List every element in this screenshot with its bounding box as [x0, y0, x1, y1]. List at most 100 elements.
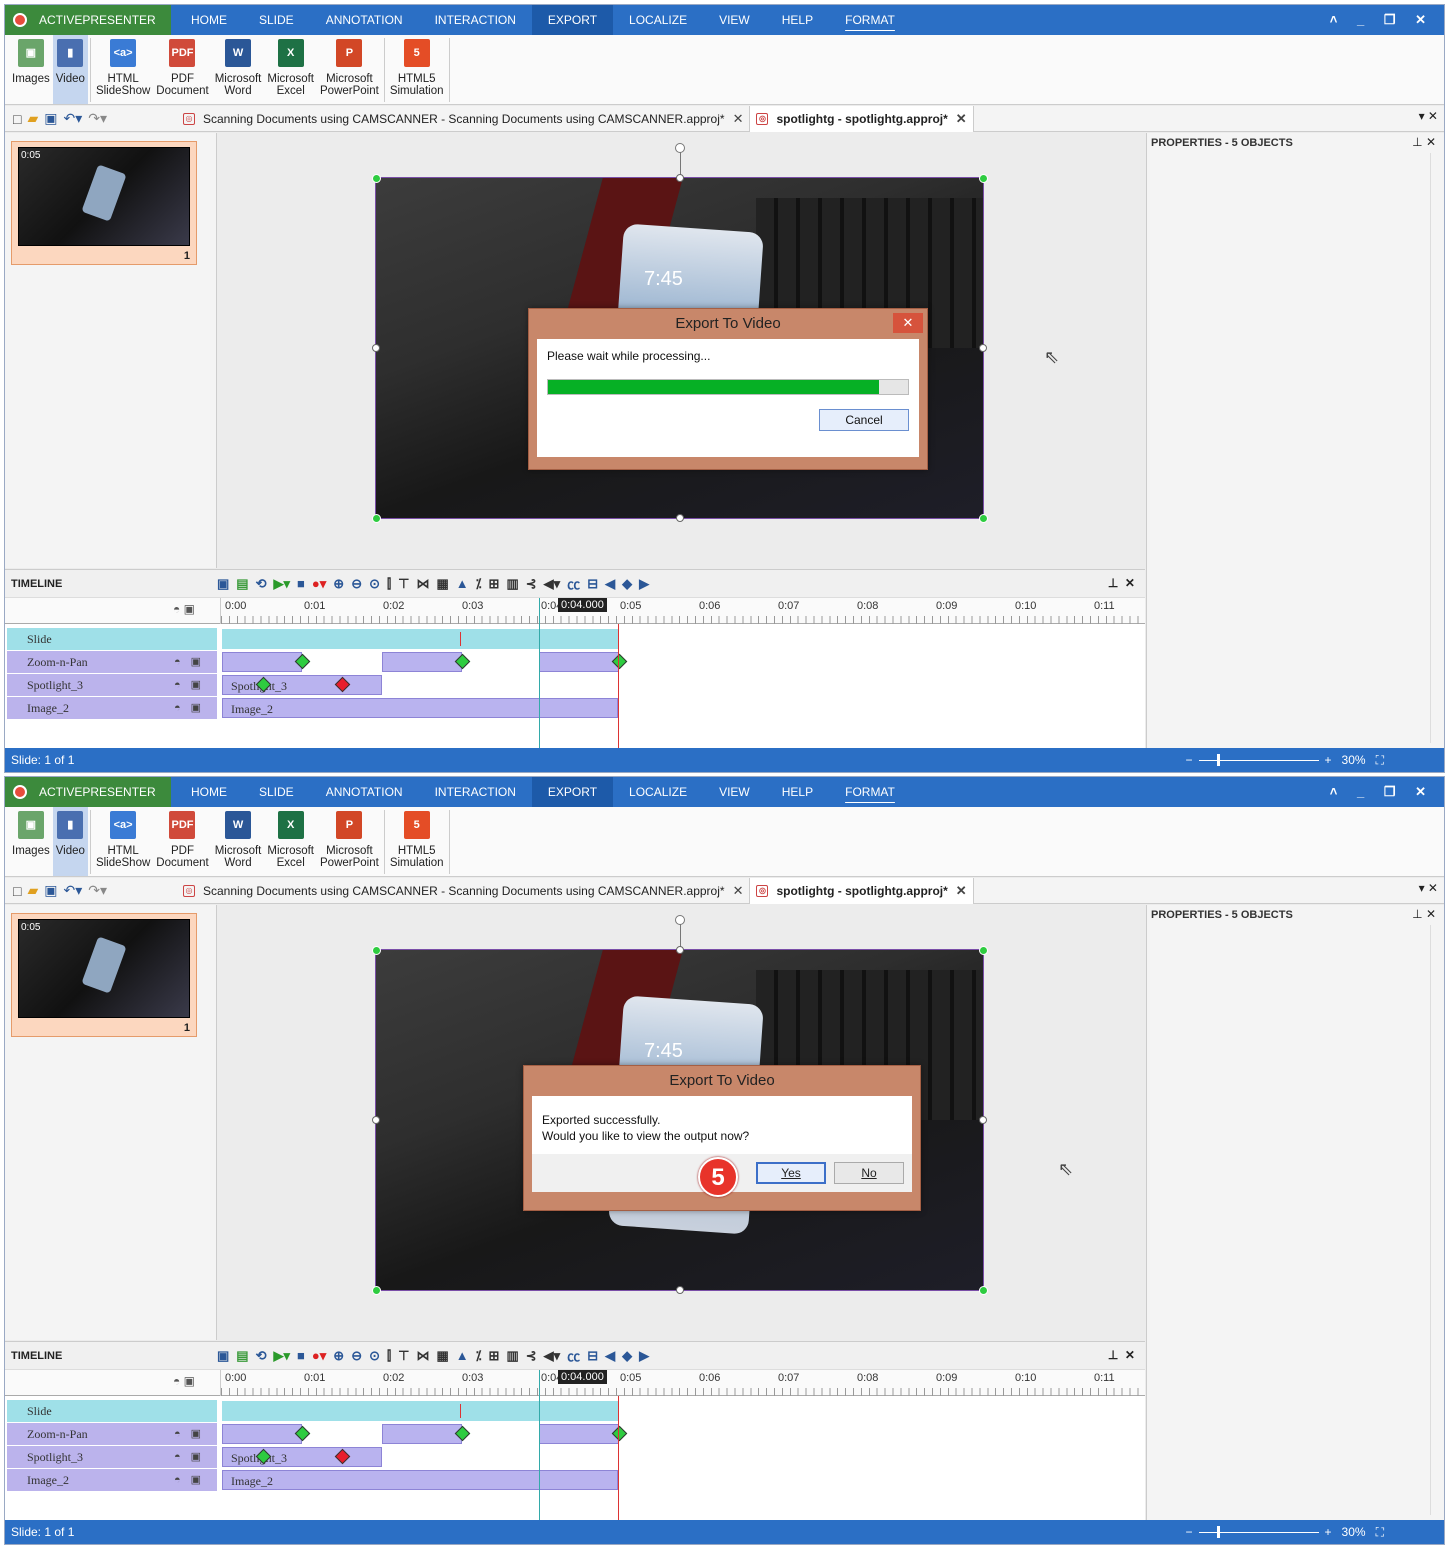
time-ruler[interactable]: 0:00 0:01 0:02 0:03 0:04 0:05 0:06 0:07 0:08 0:09…: [220, 598, 1145, 624]
zoom-n-pan-segment[interactable]: [539, 1424, 619, 1444]
tab-controls[interactable]: ▾ ✕: [1419, 881, 1438, 895]
zoom-n-pan-segment[interactable]: [382, 1424, 462, 1444]
audio-icon[interactable]: ◀▾: [544, 576, 561, 592]
row-label-image[interactable]: Image_2 ◓▣: [7, 697, 217, 719]
export-html5-button[interactable]: 5 HTML5 Simulation: [387, 807, 447, 876]
menu-localize[interactable]: LOCALIZE: [613, 5, 703, 35]
no-button[interactable]: No: [834, 1162, 904, 1184]
export-powerpoint-button[interactable]: P Microsoft PowerPoint: [317, 807, 382, 876]
tab-spotlightg[interactable]: ◎ spotlightg - spotlightg.approj* ✕: [750, 105, 974, 132]
next-marker-icon[interactable]: ▶: [639, 576, 649, 592]
slide-thumbnail[interactable]: 0:05 1: [11, 913, 197, 1037]
menu-home[interactable]: HOME: [175, 5, 243, 35]
fit-window-icon[interactable]: ⛶: [1376, 1525, 1384, 1539]
redo-icon[interactable]: ↷▾: [88, 882, 107, 899]
next-marker-icon[interactable]: ▶: [639, 1348, 649, 1364]
resize-handle[interactable]: [676, 1286, 684, 1294]
crop-icon[interactable]: ▦: [437, 576, 449, 592]
new-file-icon[interactable]: □: [13, 883, 21, 899]
visibility-lock-icon[interactable]: ◓▣: [174, 1423, 211, 1445]
zoom-n-pan-segment[interactable]: [222, 1424, 302, 1444]
export-pdf-button[interactable]: PDF PDF Document: [153, 807, 211, 876]
menu-interaction[interactable]: INTERACTION: [419, 5, 532, 35]
loop-icon[interactable]: ⟲: [256, 576, 267, 592]
menu-slide[interactable]: SLIDE: [243, 777, 310, 807]
zoom-in-button[interactable]: +: [1325, 753, 1332, 767]
export-pdf-button[interactable]: PDF PDF Document: [153, 35, 211, 104]
timeline-panel-controls[interactable]: ⊥ ✕: [1108, 576, 1135, 590]
tab-controls[interactable]: ▾ ✕: [1419, 109, 1438, 123]
close-tab-icon[interactable]: ✕: [956, 883, 967, 899]
tab-scanning-documents[interactable]: ◎ Scanning Documents using CAMSCANNER - S…: [177, 877, 751, 904]
row-label-spotlight[interactable]: Spotlight_3 ◓▣: [7, 1446, 217, 1468]
zoom-in-icon[interactable]: ⊕: [333, 576, 344, 592]
snap-icon[interactable]: ▤: [236, 576, 248, 592]
dialog-close-button[interactable]: ✕: [893, 313, 923, 333]
menu-format[interactable]: FORMAT: [829, 5, 911, 35]
export-html-slideshow-button[interactable]: <a> HTML SlideShow: [93, 807, 153, 876]
align-icon[interactable]: ▲: [456, 1348, 469, 1363]
cut-icon[interactable]: ⋈: [417, 576, 430, 592]
zoom-n-pan-segment[interactable]: [539, 652, 619, 672]
resize-handle[interactable]: [979, 344, 987, 352]
zoom-fit-icon[interactable]: ⊙: [369, 576, 380, 592]
row-label-slide[interactable]: Slide: [7, 628, 217, 650]
row-label-zoom-n-pan[interactable]: Zoom-n-Pan ◓▣: [7, 651, 217, 673]
resize-handle[interactable]: [372, 514, 381, 523]
layer-icon[interactable]: ▣: [217, 1348, 229, 1364]
resize-handle[interactable]: [979, 514, 988, 523]
fit-icon[interactable]: ⊞: [489, 1348, 500, 1364]
loop-icon[interactable]: ⟲: [256, 1348, 267, 1364]
menu-help[interactable]: HELP: [766, 777, 829, 807]
open-folder-icon[interactable]: ▰: [27, 110, 38, 127]
zoom-out-button[interactable]: −: [1186, 1525, 1193, 1539]
visibility-lock-icon[interactable]: ◓▣: [174, 1469, 211, 1491]
menu-annotation[interactable]: ANNOTATION: [310, 777, 419, 807]
open-folder-icon[interactable]: ▰: [27, 882, 38, 899]
prev-marker-icon[interactable]: ◀: [605, 1348, 615, 1364]
menu-export[interactable]: EXPORT: [531, 5, 614, 35]
split-icon[interactable]: ⫿: [387, 576, 391, 592]
menu-localize[interactable]: LOCALIZE: [613, 777, 703, 807]
export-video-button[interactable]: ▮ Video: [52, 807, 88, 876]
prev-marker-icon[interactable]: ◀: [605, 576, 615, 592]
menu-export[interactable]: EXPORT: [531, 777, 614, 807]
export-images-button[interactable]: ▣ Images: [9, 807, 53, 876]
resize-handle[interactable]: [372, 946, 381, 955]
visibility-lock-icon[interactable]: ◓▣: [174, 674, 211, 696]
slide-thumbnail[interactable]: 0:05 1: [11, 141, 197, 265]
zoom-in-icon[interactable]: ⊕: [333, 1348, 344, 1364]
window-controls[interactable]: ˄ _ ❐ ✕: [1330, 5, 1434, 35]
row-label-image[interactable]: Image_2 ◓▣: [7, 1469, 217, 1491]
export-excel-button[interactable]: X Microsoft Excel: [264, 35, 317, 104]
menu-interaction[interactable]: INTERACTION: [419, 777, 532, 807]
visibility-lock-icon[interactable]: ◓▣: [174, 651, 211, 673]
image-track-bar[interactable]: Image_2: [222, 698, 618, 718]
zoom-fit-icon[interactable]: ⊙: [369, 1348, 380, 1364]
add-marker-icon[interactable]: ◆: [622, 576, 632, 592]
crop-icon[interactable]: ▦: [437, 1348, 449, 1364]
app-menu-button[interactable]: ACTIVEPRESENTER: [5, 5, 171, 35]
export-powerpoint-button[interactable]: P Microsoft PowerPoint: [317, 35, 382, 104]
closed-caption-icon[interactable]: ㏄: [567, 574, 580, 593]
closed-caption-icon[interactable]: ㏄: [567, 1346, 580, 1365]
timeline-ruler[interactable]: ◓ ▣ 0:00 0:01 0:02 0:03 0:04 0:05 0:06 0:07 0:08…: [5, 598, 1145, 624]
cancel-button[interactable]: Cancel: [819, 409, 909, 431]
resize-handle[interactable]: [372, 1116, 380, 1124]
record-icon[interactable]: ●▾: [312, 1348, 326, 1364]
split-icon[interactable]: ⫿: [387, 1348, 391, 1364]
zoom-in-button[interactable]: +: [1325, 1525, 1332, 1539]
add-marker-icon[interactable]: ◆: [622, 1348, 632, 1364]
visibility-lock-icon[interactable]: ◓▣: [174, 697, 211, 719]
rotate-handle[interactable]: [675, 915, 685, 925]
properties-scrollbar[interactable]: [1430, 153, 1442, 743]
record-icon[interactable]: ●▾: [312, 576, 326, 592]
grid-icon[interactable]: ▥: [506, 576, 518, 592]
resize-handle[interactable]: [372, 344, 380, 352]
menu-view[interactable]: VIEW: [703, 5, 766, 35]
menu-format[interactable]: FORMAT: [829, 777, 911, 807]
close-tab-icon[interactable]: ✕: [956, 111, 967, 127]
speed-icon[interactable]: ⁒: [476, 1348, 482, 1364]
time-ruler[interactable]: 0:00 0:01 0:02 0:03 0:04 0:05 0:06 0:07 0:08 0:09…: [220, 1370, 1145, 1396]
undo-icon[interactable]: ↶▾: [63, 882, 82, 899]
